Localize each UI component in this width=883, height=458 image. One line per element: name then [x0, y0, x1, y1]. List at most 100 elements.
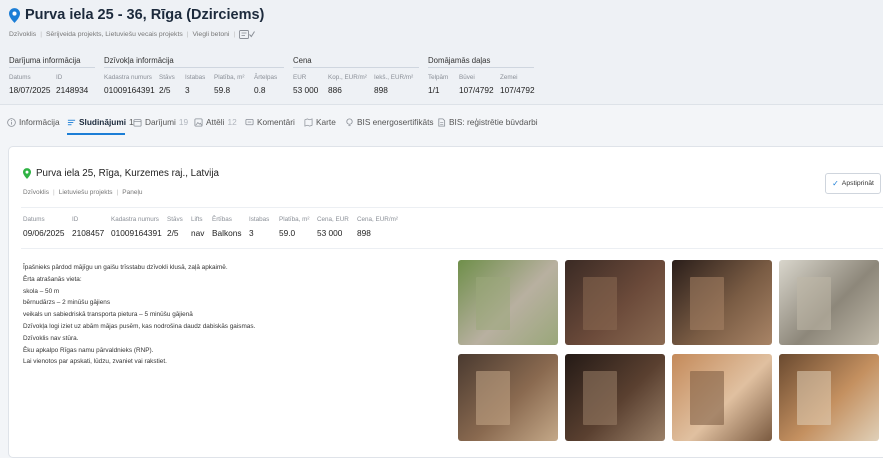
value-floor: 2/5: [159, 85, 171, 95]
tag-project: Lietuviešu projekts: [58, 189, 113, 196]
value-date: 18/07/2025: [9, 85, 51, 95]
value-rooms: 3: [249, 228, 254, 238]
label-price: Cena, EUR: [317, 216, 349, 223]
bulb-icon: [346, 117, 353, 126]
tag-material: Paneļu: [122, 189, 143, 196]
label-lift: Lifts: [191, 216, 203, 223]
label-eur: EUR: [293, 74, 307, 81]
tab-label: Informācija: [19, 117, 60, 127]
photo-toilet[interactable]: [779, 354, 879, 441]
listing-title[interactable]: Purva iela 25, Rīga, Kurzemes raj., Latv…: [36, 168, 219, 179]
description-line: Ērta atrašanās vieta:: [23, 275, 82, 283]
location-pin-icon: [9, 7, 20, 23]
description-line: Dzīvokļa logi iziet uz abām mājas pusēm,…: [23, 322, 256, 330]
tab-komentari[interactable]: Komentāri: [245, 117, 295, 127]
value-total-per-m2: 886: [328, 85, 342, 95]
label-building: Būvei: [459, 74, 475, 81]
tab-count: 19: [178, 117, 189, 127]
property-title-row: Purva iela 25 - 36, Rīga (Dzirciems): [9, 7, 264, 23]
tab-label: Karte: [316, 117, 336, 127]
photo-wardrobe-room[interactable]: [672, 260, 772, 345]
value-rooms: 3: [185, 85, 190, 95]
tab-sludinajumi[interactable]: Sludinājumi 1: [67, 117, 134, 127]
tag-separator: |: [233, 31, 236, 38]
divider: [21, 207, 883, 208]
location-pin-icon: [23, 168, 31, 179]
property-title: Purva iela 25 - 36, Rīga (Dzirciems): [25, 7, 265, 23]
image-icon: [194, 117, 203, 127]
tab-bis-energy[interactable]: BIS energosertifikāts: [345, 117, 434, 127]
photo-living-room[interactable]: [458, 354, 558, 441]
tag-material: Viegli betoni: [192, 31, 230, 38]
group-divider: [9, 67, 95, 68]
label-cadastre: Kadastra numurs: [111, 216, 159, 223]
label-date: Datums: [9, 74, 31, 81]
active-tab-indicator: [67, 133, 125, 135]
tab-label: BIS energosertifikāts: [357, 117, 434, 127]
confirm-button[interactable]: ✓ Apstiprināt: [825, 173, 881, 194]
label-date: Datums: [23, 216, 45, 223]
group-apartment-info: Dzīvokļa informācija: [104, 56, 174, 65]
tag-separator: |: [116, 189, 119, 196]
tab-bar: Informācija Sludinājumi 1 Darījumi 19 At…: [0, 112, 883, 134]
tag-type: Dzīvoklis: [9, 31, 37, 38]
photo-dark-room[interactable]: [565, 354, 665, 441]
tag-separator: |: [186, 31, 189, 38]
group-price: Cena: [293, 56, 312, 65]
value-amenities: Balkons: [212, 228, 242, 238]
label-area: Platība, m²: [214, 74, 245, 81]
group-deal-info: Darījuma informācija: [9, 56, 81, 65]
tab-bis-works[interactable]: BIS: reģistrētie būvdarbi: [437, 117, 538, 127]
description-line: bērnudārzs – 2 minūšu gājiens: [23, 299, 111, 307]
document-icon: [438, 117, 446, 127]
photo-bathroom[interactable]: [672, 354, 772, 441]
label-area: Platība, m²: [279, 216, 310, 223]
comment-icon: [245, 118, 254, 125]
tab-karte[interactable]: Karte: [304, 117, 336, 127]
tab-informacija[interactable]: Informācija: [7, 117, 60, 127]
description-line: veikals un sabiedriskā transporta pietur…: [23, 311, 193, 319]
value-cadastre: 01009164391: [111, 228, 162, 238]
tab-atteli[interactable]: Attēli 12: [194, 117, 237, 127]
group-divider: [104, 67, 284, 68]
property-header: Purva iela 25 - 36, Rīga (Dzirciems) Dzī…: [0, 0, 883, 105]
value-building: 107/4792: [459, 85, 494, 95]
description-line: Lai vienotos par apskati, lūdzu, zvaniet…: [23, 358, 167, 366]
label-price-per-m2: Cena, EUR/m²: [357, 216, 398, 223]
group-shares: Domājamās daļas: [428, 56, 491, 65]
value-outbuilding: 0.8: [254, 85, 266, 95]
listing-title-row: Purva iela 25, Rīga, Kurzemes raj., Latv…: [23, 168, 219, 179]
tag-type: Dzīvoklis: [23, 189, 50, 196]
label-id: ID: [56, 74, 63, 81]
listing-description: Īpašnieks pārdod mājīgu un gaišu trīssta…: [23, 262, 255, 368]
value-cadastre: 01009164391: [104, 85, 155, 95]
label-floor: Stāvs: [167, 216, 183, 223]
label-total-per-m2: Kop., EUR/m²: [328, 74, 367, 81]
group-divider: [293, 67, 419, 68]
property-tags: Dzīvoklis | Sērijveida projekts, Lietuvi…: [9, 30, 256, 39]
check-icon: ✓: [832, 179, 839, 188]
photo-kitchen[interactable]: [779, 260, 879, 345]
value-premises: 1/1: [428, 85, 440, 95]
description-line: Dzīvoklis nav stūra.: [23, 334, 79, 342]
value-id: 2148934: [56, 85, 89, 95]
value-date: 09/06/2025: [23, 228, 65, 238]
verified-badge-icon: [239, 30, 256, 39]
tab-count: 12: [227, 117, 237, 127]
tag-separator: |: [40, 31, 42, 38]
info-icon: [7, 117, 16, 127]
description-line: Īpašnieks pārdod mājīgu un gaišu trīssta…: [23, 264, 228, 271]
value-area: 59.0: [279, 228, 296, 238]
photo-building-exterior[interactable]: [458, 260, 558, 345]
label-id: ID: [72, 216, 79, 223]
tab-label: Attēli: [206, 117, 225, 127]
tab-darijumi[interactable]: Darījumi 19: [133, 117, 188, 127]
photo-hallway-door[interactable]: [565, 260, 665, 345]
value-lift: nav: [191, 228, 205, 238]
label-rooms: Istabas: [185, 74, 206, 81]
listing-tags: Dzīvoklis | Lietuviešu projekts | Paneļu: [23, 189, 143, 196]
value-price-per-m2: 898: [357, 228, 371, 238]
label-premises: Telpām: [428, 74, 449, 81]
label-land: Zemei: [500, 74, 518, 81]
label-rooms: Istabas: [249, 216, 270, 223]
